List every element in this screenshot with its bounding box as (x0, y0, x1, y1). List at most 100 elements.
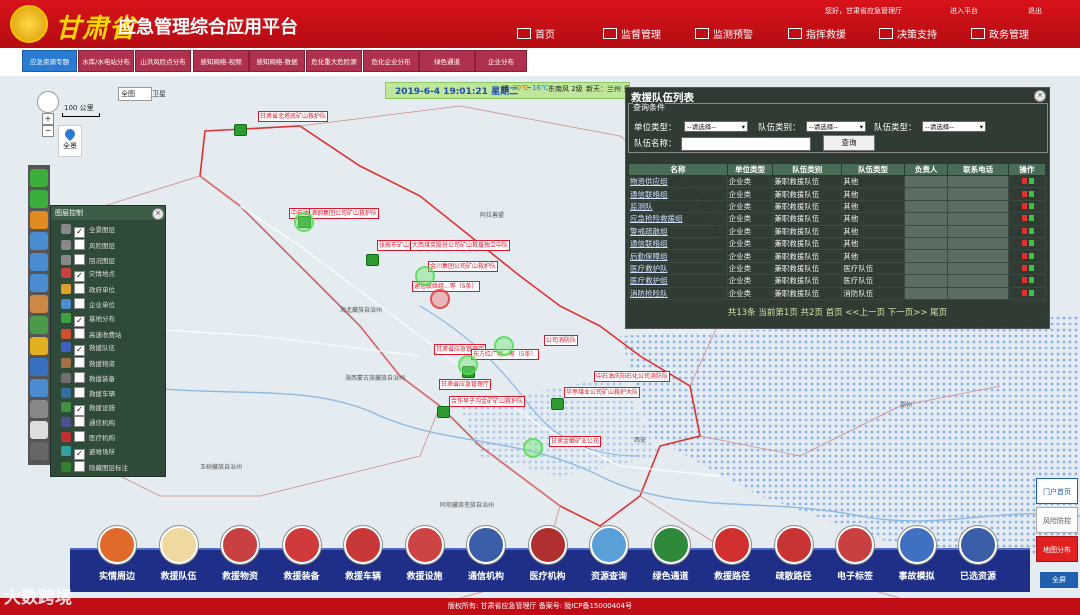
col-header-1[interactable]: 单位类型 (726, 163, 774, 176)
table-row[interactable]: 医疗救护组 企业类 兼职救援队伍 医疗队伍 (628, 274, 1047, 288)
close-icon[interactable]: × (1034, 90, 1046, 102)
team-name-input[interactable] (681, 137, 811, 151)
toolbar-tool-icon[interactable] (30, 232, 48, 250)
locate-icon[interactable] (1021, 190, 1027, 197)
toolbar-tool-icon[interactable] (30, 316, 48, 334)
locate-icon[interactable] (1021, 252, 1027, 259)
bottom-tool-11[interactable]: 疏散路径 (768, 526, 820, 582)
layer-item[interactable]: 医疗机构 (61, 431, 115, 444)
team-category-select[interactable]: --请选择-- (806, 121, 866, 133)
detail-icon[interactable] (1028, 264, 1034, 271)
toolbar-tool-icon[interactable] (30, 421, 48, 439)
layer-checkbox[interactable] (74, 460, 85, 472)
pan-control[interactable] (37, 91, 59, 113)
incident-ring-icon[interactable] (415, 266, 435, 286)
toolbar-tool-icon[interactable] (30, 169, 48, 187)
layer-item[interactable]: ✓ 救援设施 (61, 401, 115, 416)
table-cell[interactable]: 通信联络组 (628, 187, 728, 201)
table-row[interactable]: 通信联络组 企业类 兼职救援队伍 其他 (628, 187, 1047, 201)
detail-icon[interactable] (1028, 252, 1034, 259)
toolbar-tool-icon[interactable] (30, 379, 48, 397)
table-cell[interactable]: 消防抢险队 (628, 286, 728, 300)
layer-checkbox[interactable] (74, 283, 85, 295)
locate-icon[interactable] (1021, 178, 1027, 185)
toolbar-tool-icon[interactable] (30, 400, 48, 418)
layer-item[interactable]: ✓ 全景图层 (61, 224, 115, 238)
rescue-base-icon[interactable] (234, 124, 247, 136)
toolbar-tool-icon[interactable] (30, 295, 48, 313)
toolbar-tool-icon[interactable] (30, 358, 48, 376)
layer-item[interactable]: 企业单位 (61, 298, 115, 311)
table-cell[interactable]: 医疗救护队 (628, 261, 728, 276)
table-cell[interactable]: 应急抢险救援组 (628, 212, 728, 226)
fullscreen-button[interactable]: 全屏 (1040, 572, 1078, 588)
map-team-label[interactable]: 酒钢集团公司矿山救护队 (309, 208, 380, 219)
zoom-out-button[interactable]: − (42, 125, 54, 137)
col-header-5[interactable]: 联系电话 (947, 163, 1009, 176)
tab-5[interactable]: 危化重大危险源 (306, 50, 362, 72)
table-row[interactable]: 物资供应组 企业类 兼职救援队伍 其他 (628, 174, 1047, 189)
incident-ring-icon[interactable] (294, 212, 314, 232)
map-team-label[interactable]: 华亭煤业公司矿山救护大队 (564, 387, 641, 398)
layer-checkbox[interactable] (74, 372, 85, 383)
detail-icon[interactable] (1028, 277, 1034, 284)
rescue-base-icon[interactable] (551, 398, 564, 410)
tab-7[interactable]: 绿色通道 (419, 50, 475, 72)
layer-item[interactable]: 高速收费站 (61, 327, 122, 341)
layer-checkbox[interactable] (74, 357, 85, 369)
bottom-tool-6[interactable]: 通信机构 (460, 526, 512, 582)
col-header-4[interactable]: 负责人 (903, 163, 949, 176)
query-button[interactable]: 查询 (823, 135, 875, 151)
detail-icon[interactable] (1028, 190, 1034, 197)
incident-ring-icon[interactable] (523, 438, 543, 458)
detail-icon[interactable] (1028, 240, 1034, 247)
toolbar-tool-icon[interactable] (30, 190, 48, 208)
table-cell[interactable]: 通信联络组 (628, 236, 728, 251)
bottom-tool-7[interactable]: 医疗机构 (522, 526, 574, 582)
layer-item[interactable]: 风险图层 (61, 238, 115, 252)
logout-link[interactable]: 退出 (1028, 6, 1042, 16)
map-team-label[interactable]: 中石油庆阳石化公司消防队 (594, 371, 671, 382)
table-row[interactable]: 医疗救护队 企业类 兼职救援队伍 医疗队伍 (628, 261, 1047, 276)
table-cell[interactable]: 警戒疏散组 (628, 224, 728, 238)
map-team-label[interactable]: 甘肃省应急管理厅 (439, 379, 492, 390)
enter-platform-link[interactable]: 进入平台 (950, 6, 978, 16)
rescue-base-icon[interactable] (366, 254, 379, 266)
bottom-tool-9[interactable]: 绿色通道 (645, 526, 697, 582)
table-cell[interactable]: 监测队 (628, 199, 728, 214)
side-button-0[interactable]: 门户首页 (1036, 478, 1078, 504)
unit-type-select[interactable]: --请选择-- (684, 121, 748, 133)
detail-icon[interactable] (1028, 227, 1034, 234)
map-team-label[interactable]: 甘肃省北塔底矿山救护队 (258, 111, 329, 122)
bottom-tool-5[interactable]: 救援设施 (399, 526, 451, 582)
layer-checkbox[interactable]: ✓ (74, 227, 85, 238)
bottom-tool-13[interactable]: 事故模拟 (891, 526, 943, 582)
layer-item[interactable]: 政府单位 (61, 283, 115, 296)
layer-item[interactable]: 隐藏图层标注 (61, 460, 128, 474)
bottom-tool-14[interactable]: 已选资源 (952, 526, 1004, 582)
detail-icon[interactable] (1028, 215, 1034, 222)
locate-icon[interactable] (1021, 215, 1027, 222)
layer-item[interactable]: 救援车辆 (61, 386, 115, 400)
map-team-label[interactable]: 合作早子沟金矿矿山救护队 (449, 396, 526, 407)
layer-item[interactable]: ✓ 救援队伍 (61, 342, 115, 357)
layer-checkbox[interactable]: ✓ (74, 404, 85, 416)
layer-item[interactable]: 阻况图层 (61, 253, 115, 267)
table-row[interactable]: 应急抢险救援组 企业类 兼职救援队伍 其他 (628, 212, 1047, 226)
tab-4[interactable]: 感知网络-数据 (249, 50, 305, 72)
incident-ring-icon[interactable] (458, 355, 478, 375)
table-row[interactable]: 消防抢险队 企业类 兼职救援队伍 消防队伍 (628, 286, 1047, 300)
bottom-tool-8[interactable]: 资源查询 (583, 526, 635, 582)
layer-item[interactable]: ✓ 灾情地点 (61, 268, 115, 283)
side-button-2[interactable]: 地图分布 (1036, 536, 1078, 562)
bottom-tool-3[interactable]: 救援装备 (276, 526, 328, 582)
layer-checkbox[interactable] (74, 327, 85, 339)
table-cell[interactable]: 后勤保障组 (628, 249, 728, 263)
side-button-1[interactable]: 风险防控 (1036, 507, 1078, 533)
rescue-base-icon[interactable] (437, 406, 450, 418)
table-row[interactable]: 后勤保障组 企业类 兼职救援队伍 其他 (628, 249, 1047, 263)
tab-6[interactable]: 危化企业分布 (363, 50, 419, 72)
col-header-6[interactable]: 操作 (1007, 163, 1047, 176)
nav-item-1[interactable]: 监督管理 (603, 26, 661, 41)
toolbar-tool-icon[interactable] (30, 337, 48, 355)
